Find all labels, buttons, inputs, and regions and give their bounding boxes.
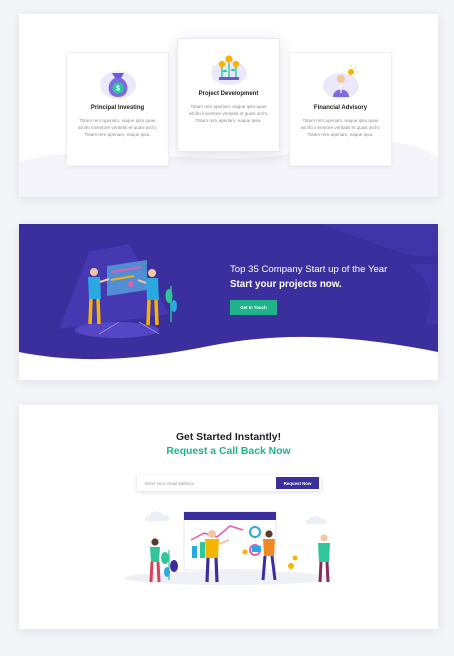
card-text-line: Totam rem aperiam, eaque ipsa quae bbox=[190, 104, 267, 109]
card-title: Project Development bbox=[198, 91, 259, 97]
card-description: Totam rem aperiam, eaque ipsa quae ab il… bbox=[290, 117, 391, 139]
card-description: Totam rem aperiam, eaque ipsa quae ab il… bbox=[178, 103, 279, 125]
card-text-line: ab illo inventore veritatis et quasi arc… bbox=[77, 125, 158, 131]
request-now-button[interactable]: Request Now bbox=[276, 477, 319, 489]
card-text-line: ab illo inventore veritatis et quasi arc… bbox=[188, 111, 269, 117]
svg-text:$: $ bbox=[116, 86, 120, 93]
advisor-idea-icon bbox=[322, 65, 359, 99]
banner-text-block: Top 35 Company Start up of the Year Star… bbox=[230, 264, 387, 290]
card-title: Principal Investing bbox=[90, 105, 145, 111]
services-section: $ Principal Investing Totam rem aperiam,… bbox=[19, 14, 438, 197]
section-subtitle: Request a Call Back Now bbox=[166, 446, 291, 457]
banner-subtitle: Top 35 Company Start up of the Year bbox=[230, 264, 388, 275]
service-card-project-development[interactable]: Project Development Totam rem aperiam, e… bbox=[177, 38, 280, 152]
card-description: Totam rem aperiam, eaque ipsa quae ab il… bbox=[67, 117, 168, 139]
card-text-line: Totam rem aperiam, eaque ipsa. bbox=[195, 118, 262, 124]
banner-title: Start your projects now. bbox=[230, 279, 342, 290]
service-card-financial-advisory[interactable]: Financial Advisory Totam rem aperiam, ea… bbox=[289, 52, 392, 166]
team-growth-illustration bbox=[124, 511, 334, 585]
card-text-line: Totam rem aperiam, eaque ipsa. bbox=[307, 132, 374, 138]
card-title: Financial Advisory bbox=[313, 105, 368, 111]
money-bag-icon: $ bbox=[99, 71, 136, 99]
service-card-principal-investing[interactable]: $ Principal Investing Totam rem aperiam,… bbox=[66, 52, 169, 166]
card-text-line: Totam rem aperiam, eaque ipsa quae bbox=[79, 118, 156, 123]
email-signup-form: Request Now bbox=[137, 475, 321, 491]
get-started-section: Get Started Instantly! Request a Call Ba… bbox=[19, 405, 438, 629]
section-title: Get Started Instantly! bbox=[175, 432, 282, 443]
cta-banner-section: Top 35 Company Start up of the Year Star… bbox=[19, 224, 438, 380]
card-text-line: Totam rem aperiam, eaque ipsa quae bbox=[302, 118, 379, 123]
email-input[interactable] bbox=[137, 475, 275, 491]
get-in-touch-button[interactable]: Get In Touch bbox=[230, 300, 277, 315]
banner-background bbox=[19, 224, 438, 360]
card-text-line: Totam rem aperiam, eaque ipsa. bbox=[84, 132, 151, 138]
card-text-line: ab illo inventore veritatis et quasi arc… bbox=[300, 125, 381, 131]
plant-growth-icon bbox=[210, 55, 247, 85]
